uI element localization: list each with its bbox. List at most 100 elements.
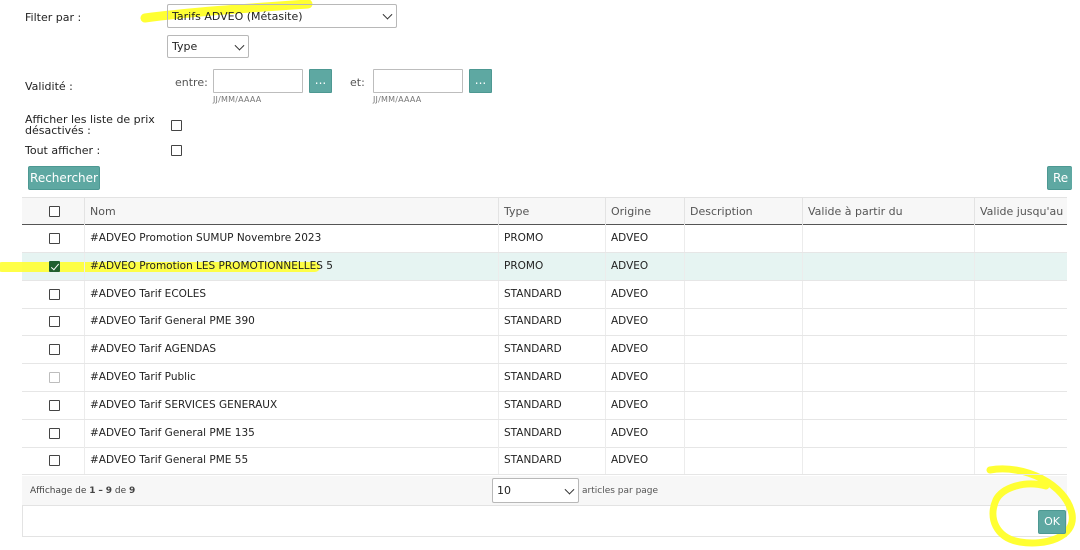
cell-valid-until	[974, 419, 1067, 447]
column-header-origin[interactable]: Origine	[605, 198, 684, 225]
cell-origin: ADVEO	[605, 252, 684, 280]
type-select[interactable]: Type	[167, 35, 249, 58]
row-checkbox[interactable]	[49, 233, 60, 244]
cell-valid-from	[802, 280, 974, 308]
column-header-valid-from[interactable]: Valide à partir du	[802, 198, 974, 225]
cell-origin: ADVEO	[605, 308, 684, 336]
cell-description	[684, 252, 802, 280]
row-checkbox[interactable]	[49, 344, 60, 356]
cell-origin: ADVEO	[605, 419, 684, 447]
cell-type: STANDARD	[498, 447, 605, 475]
cell-valid-from	[802, 364, 974, 391]
reset-button[interactable]: Re	[1047, 166, 1072, 190]
row-checkbox[interactable]	[49, 288, 60, 300]
row-checkbox[interactable]	[49, 455, 60, 467]
page-size-select[interactable]: 10	[492, 478, 579, 503]
cell-valid-until	[974, 252, 1067, 280]
type-select-input[interactable]: Type	[167, 35, 249, 58]
cell-valid-from	[802, 391, 974, 419]
table-row[interactable]: #ADVEO Tarif Public STANDARD ADVEO	[22, 364, 1067, 392]
table-footer: Affichage de 1 – 9 de 9 10 articles par …	[22, 476, 1067, 506]
cell-name: #ADVEO Tarif ECOLES	[84, 280, 498, 308]
end-date-hint: JJ/MM/AAAA	[373, 95, 422, 104]
cell-valid-from	[802, 336, 974, 364]
cell-valid-until	[974, 336, 1067, 364]
show-all-checkbox[interactable]	[171, 145, 182, 156]
cell-description	[684, 308, 802, 336]
start-date-hint: JJ/MM/AAAA	[213, 95, 262, 104]
cell-description	[684, 447, 802, 475]
per-page-label: articles par page	[582, 486, 659, 496]
row-checkbox[interactable]	[49, 399, 60, 411]
cell-description	[684, 280, 802, 308]
cell-type: STANDARD	[498, 308, 605, 336]
cell-valid-until	[974, 280, 1067, 308]
end-date-picker-button[interactable]: ...	[469, 69, 492, 93]
cell-type: PROMO	[498, 252, 605, 280]
cell-valid-from	[802, 419, 974, 447]
table-row[interactable]: #ADVEO Tarif General PME 55 STANDARD ADVEO	[22, 447, 1067, 476]
cell-valid-from	[802, 447, 974, 475]
cell-description	[684, 364, 802, 391]
cell-type: PROMO	[498, 225, 605, 252]
cell-name: #ADVEO Tarif General PME 135	[84, 419, 498, 447]
show-disabled-checkbox[interactable]	[171, 120, 182, 131]
range-sep: –	[98, 486, 103, 496]
column-header-type[interactable]: Type	[498, 198, 605, 225]
cell-valid-until	[974, 447, 1067, 475]
cell-origin: ADVEO	[605, 225, 684, 252]
end-date-input[interactable]	[373, 69, 463, 93]
cell-origin: ADVEO	[605, 364, 684, 391]
cell-type: STANDARD	[498, 336, 605, 364]
column-header-description[interactable]: Description	[684, 198, 802, 225]
filter-select[interactable]: Tarifs ADVEO (Métasite)	[167, 4, 397, 28]
table-row[interactable]: #ADVEO Promotion SUMUP Novembre 2023 PROM…	[22, 225, 1067, 253]
table-row[interactable]: #ADVEO Tarif SERVICES GENERAUX STANDARD AD…	[22, 391, 1067, 420]
show-disabled-label: Afficher les liste de prix désactivés :	[25, 114, 155, 136]
table-row[interactable]: #ADVEO Tarif AGENDAS STANDARD ADVEO	[22, 336, 1067, 365]
cell-description	[684, 391, 802, 419]
cell-type: STANDARD	[498, 280, 605, 308]
cell-name: #ADVEO Promotion LES PROMOTIONNELLES 5	[84, 252, 498, 280]
cell-origin: ADVEO	[605, 280, 684, 308]
select-all-checkbox[interactable]	[49, 206, 60, 217]
cell-type: STANDARD	[498, 419, 605, 447]
cell-origin: ADVEO	[605, 447, 684, 475]
table-row[interactable]: #ADVEO Tarif General PME 390 STANDARD ADVE…	[22, 308, 1067, 337]
row-checkbox[interactable]	[49, 260, 60, 272]
ok-button[interactable]: OK	[1038, 510, 1066, 534]
cell-name: #ADVEO Promotion SUMUP Novembre 2023	[84, 225, 498, 252]
cell-description	[684, 225, 802, 252]
cell-valid-until	[974, 225, 1067, 252]
filter-select-input[interactable]: Tarifs ADVEO (Métasite)	[167, 4, 397, 28]
column-header-valid-until[interactable]: Valide jusqu'au	[974, 198, 1067, 225]
cell-valid-until	[974, 391, 1067, 419]
cell-type: STANDARD	[498, 391, 605, 419]
total-count: 9	[129, 486, 136, 496]
search-button[interactable]: Rechercher	[28, 166, 100, 190]
cell-description	[684, 336, 802, 364]
start-date-input[interactable]	[213, 69, 303, 93]
row-checkbox[interactable]	[49, 427, 60, 439]
between-label: entre:	[175, 76, 208, 89]
cell-description	[684, 419, 802, 447]
start-date-picker-button[interactable]: ...	[309, 69, 332, 93]
cell-valid-from	[802, 225, 974, 252]
row-checkbox[interactable]	[49, 372, 60, 383]
table-row[interactable]: #ADVEO Promotion LES PROMOTIONNELLES 5 PR…	[22, 252, 1067, 281]
cell-valid-until	[974, 308, 1067, 336]
cell-origin: ADVEO	[605, 391, 684, 419]
and-label: et:	[350, 76, 365, 89]
row-checkbox[interactable]	[49, 316, 60, 328]
dialog-actions	[22, 506, 1067, 537]
display-count: Affichage de 1 – 9 de 9	[30, 486, 135, 496]
table-row[interactable]: #ADVEO Tarif General PME 135 STANDARD ADVE…	[22, 419, 1067, 448]
table-row[interactable]: #ADVEO Tarif ECOLES STANDARD ADVEO	[22, 280, 1067, 309]
cell-name: #ADVEO Tarif General PME 390	[84, 308, 498, 336]
of-label: de	[114, 486, 127, 496]
page-size-select-input[interactable]: 10	[492, 478, 579, 503]
validity-label: Validité :	[25, 80, 73, 93]
display-prefix: Affichage de	[30, 486, 87, 496]
cell-name: #ADVEO Tarif Public	[84, 364, 498, 391]
column-header-name[interactable]: Nom	[84, 198, 498, 225]
